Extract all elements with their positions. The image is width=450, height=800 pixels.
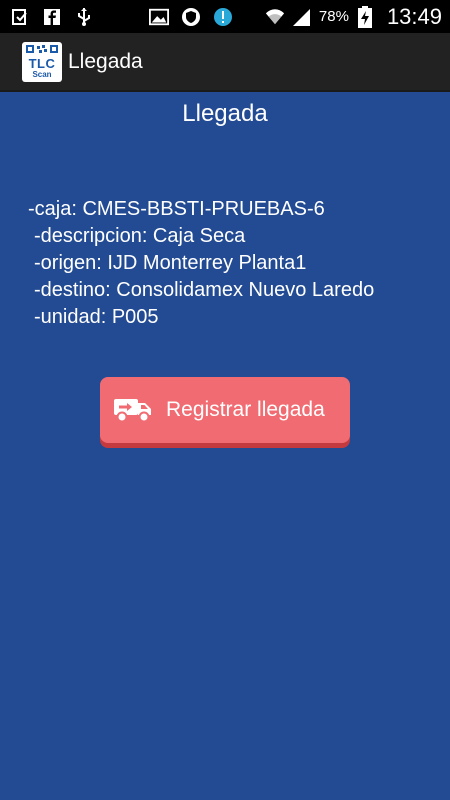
battery-charging-icon [355, 5, 375, 28]
image-icon [149, 7, 170, 27]
download-done-icon [10, 7, 30, 27]
logo-text: TLC [28, 55, 56, 71]
register-arrival-button[interactable]: Registrar llegada [100, 377, 350, 443]
detail-destino: -destino: Consolidamex Nuevo Laredo [34, 279, 375, 301]
alert-icon [213, 7, 233, 27]
detail-caja: -caja: CMES-BBSTI-PRUEBAS-6 [28, 198, 325, 220]
wifi-icon [265, 7, 285, 27]
detail-descripcion: -descripcion: Caja Seca [34, 225, 246, 247]
usb-icon [74, 7, 94, 27]
notification-icons-2 [149, 7, 233, 27]
shield-icon [181, 7, 201, 27]
page-title: Llegada [182, 100, 268, 127]
shipment-details: -caja: CMES-BBSTI-PRUEBAS-6 -descripcion… [28, 196, 374, 331]
notification-icons [10, 7, 94, 27]
status-bar: 78% 13:49 [0, 0, 450, 33]
app-logo[interactable]: TLC Scan [22, 41, 62, 82]
clock: 13:49 [386, 3, 442, 29]
facebook-icon [42, 7, 62, 27]
main-content: Llegada -caja: CMES-BBSTI-PRUEBAS-6 -des… [0, 92, 450, 800]
action-bar-title: Llegada [68, 49, 143, 73]
truck-icon [114, 396, 154, 424]
signal-icon [291, 7, 311, 27]
register-arrival-label: Registrar llegada [166, 398, 325, 421]
detail-origen: -origen: IJD Monterrey Planta1 [34, 252, 307, 274]
logo-subtext: Scan [32, 69, 52, 79]
battery-percentage: 78% [318, 8, 349, 25]
action-bar: TLC Scan Llegada [0, 33, 450, 92]
detail-unidad: -unidad: P005 [34, 306, 159, 328]
system-status: 78% 13:49 [265, 4, 442, 30]
